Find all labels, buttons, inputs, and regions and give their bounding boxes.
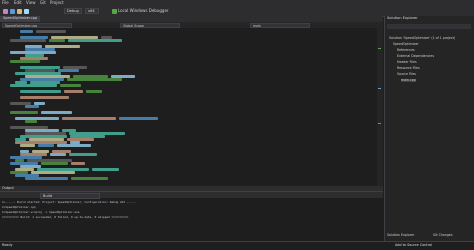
source-control-button[interactable]: Add to Source Control [395, 243, 432, 247]
platform-dropdown[interactable]: x64 [85, 8, 99, 14]
back-icon[interactable] [3, 9, 8, 14]
status-ready: Ready [2, 243, 13, 247]
code-token [50, 153, 66, 156]
code-token [20, 30, 33, 33]
header-files-node[interactable]: Header Files [397, 60, 417, 64]
code-token [67, 78, 122, 81]
code-token [57, 144, 91, 147]
code-token [20, 90, 61, 93]
scope-dropdown[interactable]: Global Scope [120, 22, 180, 28]
menu-item-view[interactable]: View [26, 1, 36, 5]
code-token [25, 105, 39, 108]
member-dropdown[interactable]: main [250, 22, 310, 28]
line-number-gutter [0, 28, 9, 186]
config-dropdown[interactable]: Debug [64, 8, 82, 14]
resource-files-node[interactable]: Resource Files [397, 66, 420, 70]
tab-git-changes[interactable]: Git Changes [433, 233, 452, 237]
code-token [41, 111, 72, 114]
code-token [38, 144, 54, 147]
menu-item-project[interactable]: Project [50, 1, 64, 5]
run-target-label[interactable]: Local Windows Debugger [118, 9, 169, 13]
code-token [49, 39, 65, 42]
code-token [71, 177, 108, 180]
output-line: 1>------ Build started: Project: SpeedOp… [2, 200, 137, 204]
solution-explorer-title: Solution Explorer [387, 16, 418, 20]
code-token [60, 84, 81, 87]
code-token [25, 177, 68, 180]
solution-search-input[interactable] [387, 24, 471, 29]
code-token [36, 30, 66, 33]
code-token [10, 111, 38, 114]
code-token [10, 39, 46, 42]
code-token [15, 117, 59, 120]
solution-node[interactable]: Solution 'SpeedOptimizer' (1 of 1 projec… [389, 36, 455, 40]
save-icon[interactable] [24, 9, 29, 14]
project-node[interactable]: SpeedOptimizer [393, 42, 419, 46]
output-line: 1>SpeedOptimizer.cpp [2, 205, 36, 209]
code-token [20, 144, 35, 147]
vertical-scrollbar[interactable] [377, 28, 383, 186]
menu-item-git[interactable]: Git [40, 1, 46, 5]
run-icon[interactable] [112, 9, 117, 14]
code-token [64, 90, 83, 93]
output-source-dropdown[interactable]: Build [40, 192, 100, 199]
menu-bar: File Edit View Git Project [0, 0, 474, 7]
code-token [20, 96, 69, 99]
main-cpp-node[interactable]: main.cpp [401, 78, 416, 83]
tab-output[interactable]: Output [2, 186, 14, 190]
code-token [10, 84, 57, 87]
tab-solution-explorer[interactable]: Solution Explorer [387, 233, 414, 237]
code-token [62, 117, 116, 120]
code-token [10, 60, 40, 63]
code-editor[interactable] [0, 28, 383, 186]
output-line: 1>SpeedOptimizer.vcxproj -> SpeedOptimiz… [2, 210, 80, 214]
code-token [41, 162, 68, 165]
source-files-node[interactable]: Source Files [397, 72, 416, 76]
project-dropdown[interactable]: SpeedOptimizer.cpp [2, 22, 72, 28]
references-node[interactable]: References [397, 48, 415, 52]
output-panel: Build 1>------ Build started: Project: S… [0, 191, 383, 242]
code-token [92, 168, 119, 171]
code-token [58, 69, 79, 72]
output-toolbar: Build [0, 192, 383, 199]
code-token [71, 162, 85, 165]
code-token [69, 153, 97, 156]
code-token [86, 90, 102, 93]
menu-item-file[interactable]: File [2, 1, 9, 5]
menu-item-edit[interactable]: Edit [14, 1, 22, 5]
forward-icon[interactable] [10, 9, 15, 14]
solution-explorer: Solution Explorer Solution 'SpeedOptimiz… [384, 16, 474, 241]
external-deps-node[interactable]: External Dependencies [397, 54, 434, 58]
code-token [68, 39, 122, 42]
code-token [25, 120, 37, 123]
output-line: ========== Build: 1 succeeded, 0 failed,… [2, 215, 129, 219]
code-token [119, 117, 158, 120]
open-folder-icon[interactable] [17, 9, 22, 14]
